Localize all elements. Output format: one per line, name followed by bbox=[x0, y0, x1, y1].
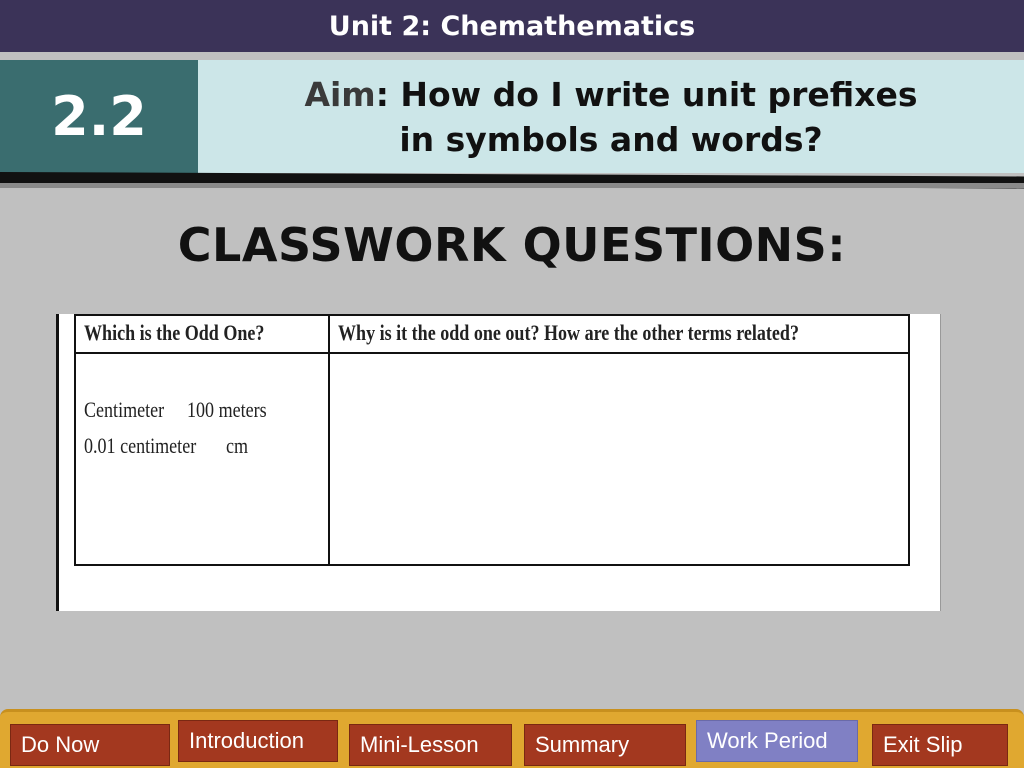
nav-introduction-button[interactable]: Introduction bbox=[178, 720, 338, 762]
nav-summary-button[interactable]: Summary bbox=[524, 724, 686, 766]
nav-exit-slip-button[interactable]: Exit Slip bbox=[872, 724, 1008, 766]
aim-line-1-text: : How do I write unit prefixes bbox=[375, 74, 918, 114]
term-item: cm bbox=[226, 433, 249, 458]
aim-line-2: in symbols and words? bbox=[399, 119, 823, 159]
classwork-heading: CLASSWORK QUESTIONS: bbox=[177, 218, 847, 272]
term-item: Centimeter bbox=[84, 397, 165, 422]
terms-cell: Centimeter 100 meters 0.01 centimeter cm bbox=[74, 352, 330, 566]
term-item: 100 meters bbox=[187, 397, 267, 422]
unit-title: Unit 2: Chemathematics bbox=[328, 10, 696, 42]
aim-header: 2.2 Aim: How do I write unit prefixes in… bbox=[0, 60, 1024, 173]
aim-line-1: Aim: How do I write unit prefixes bbox=[304, 72, 917, 117]
aim-question: Aim: How do I write unit prefixes in sym… bbox=[198, 60, 1024, 173]
worksheet-image: Which is the Odd One? Why is it the odd … bbox=[56, 314, 941, 611]
unit-title-bar: Unit 2: Chemathematics bbox=[0, 0, 1024, 52]
answer-cell bbox=[327, 352, 911, 566]
term-item: 0.01 centimeter bbox=[84, 433, 197, 458]
lesson-nav-bar: Do Now Introduction Mini-Lesson Summary … bbox=[0, 709, 1024, 768]
lesson-number: 2.2 bbox=[0, 60, 198, 173]
table-row: Centimeter 100 meters 0.01 centimeter cm bbox=[74, 352, 911, 566]
odd-one-out-table: Which is the Odd One? Why is it the odd … bbox=[74, 314, 911, 566]
nav-mini-lesson-button[interactable]: Mini-Lesson bbox=[349, 724, 512, 766]
header-odd-one: Which is the Odd One? bbox=[74, 314, 330, 354]
table-header-row: Which is the Odd One? Why is it the odd … bbox=[74, 314, 911, 354]
header-divider-shadow bbox=[0, 183, 1024, 188]
header-why-odd: Why is it the odd one out? How are the o… bbox=[327, 314, 911, 354]
nav-work-period-button[interactable]: Work Period bbox=[696, 720, 858, 762]
nav-do-now-button[interactable]: Do Now bbox=[10, 724, 170, 766]
aim-label: Aim bbox=[304, 74, 376, 114]
